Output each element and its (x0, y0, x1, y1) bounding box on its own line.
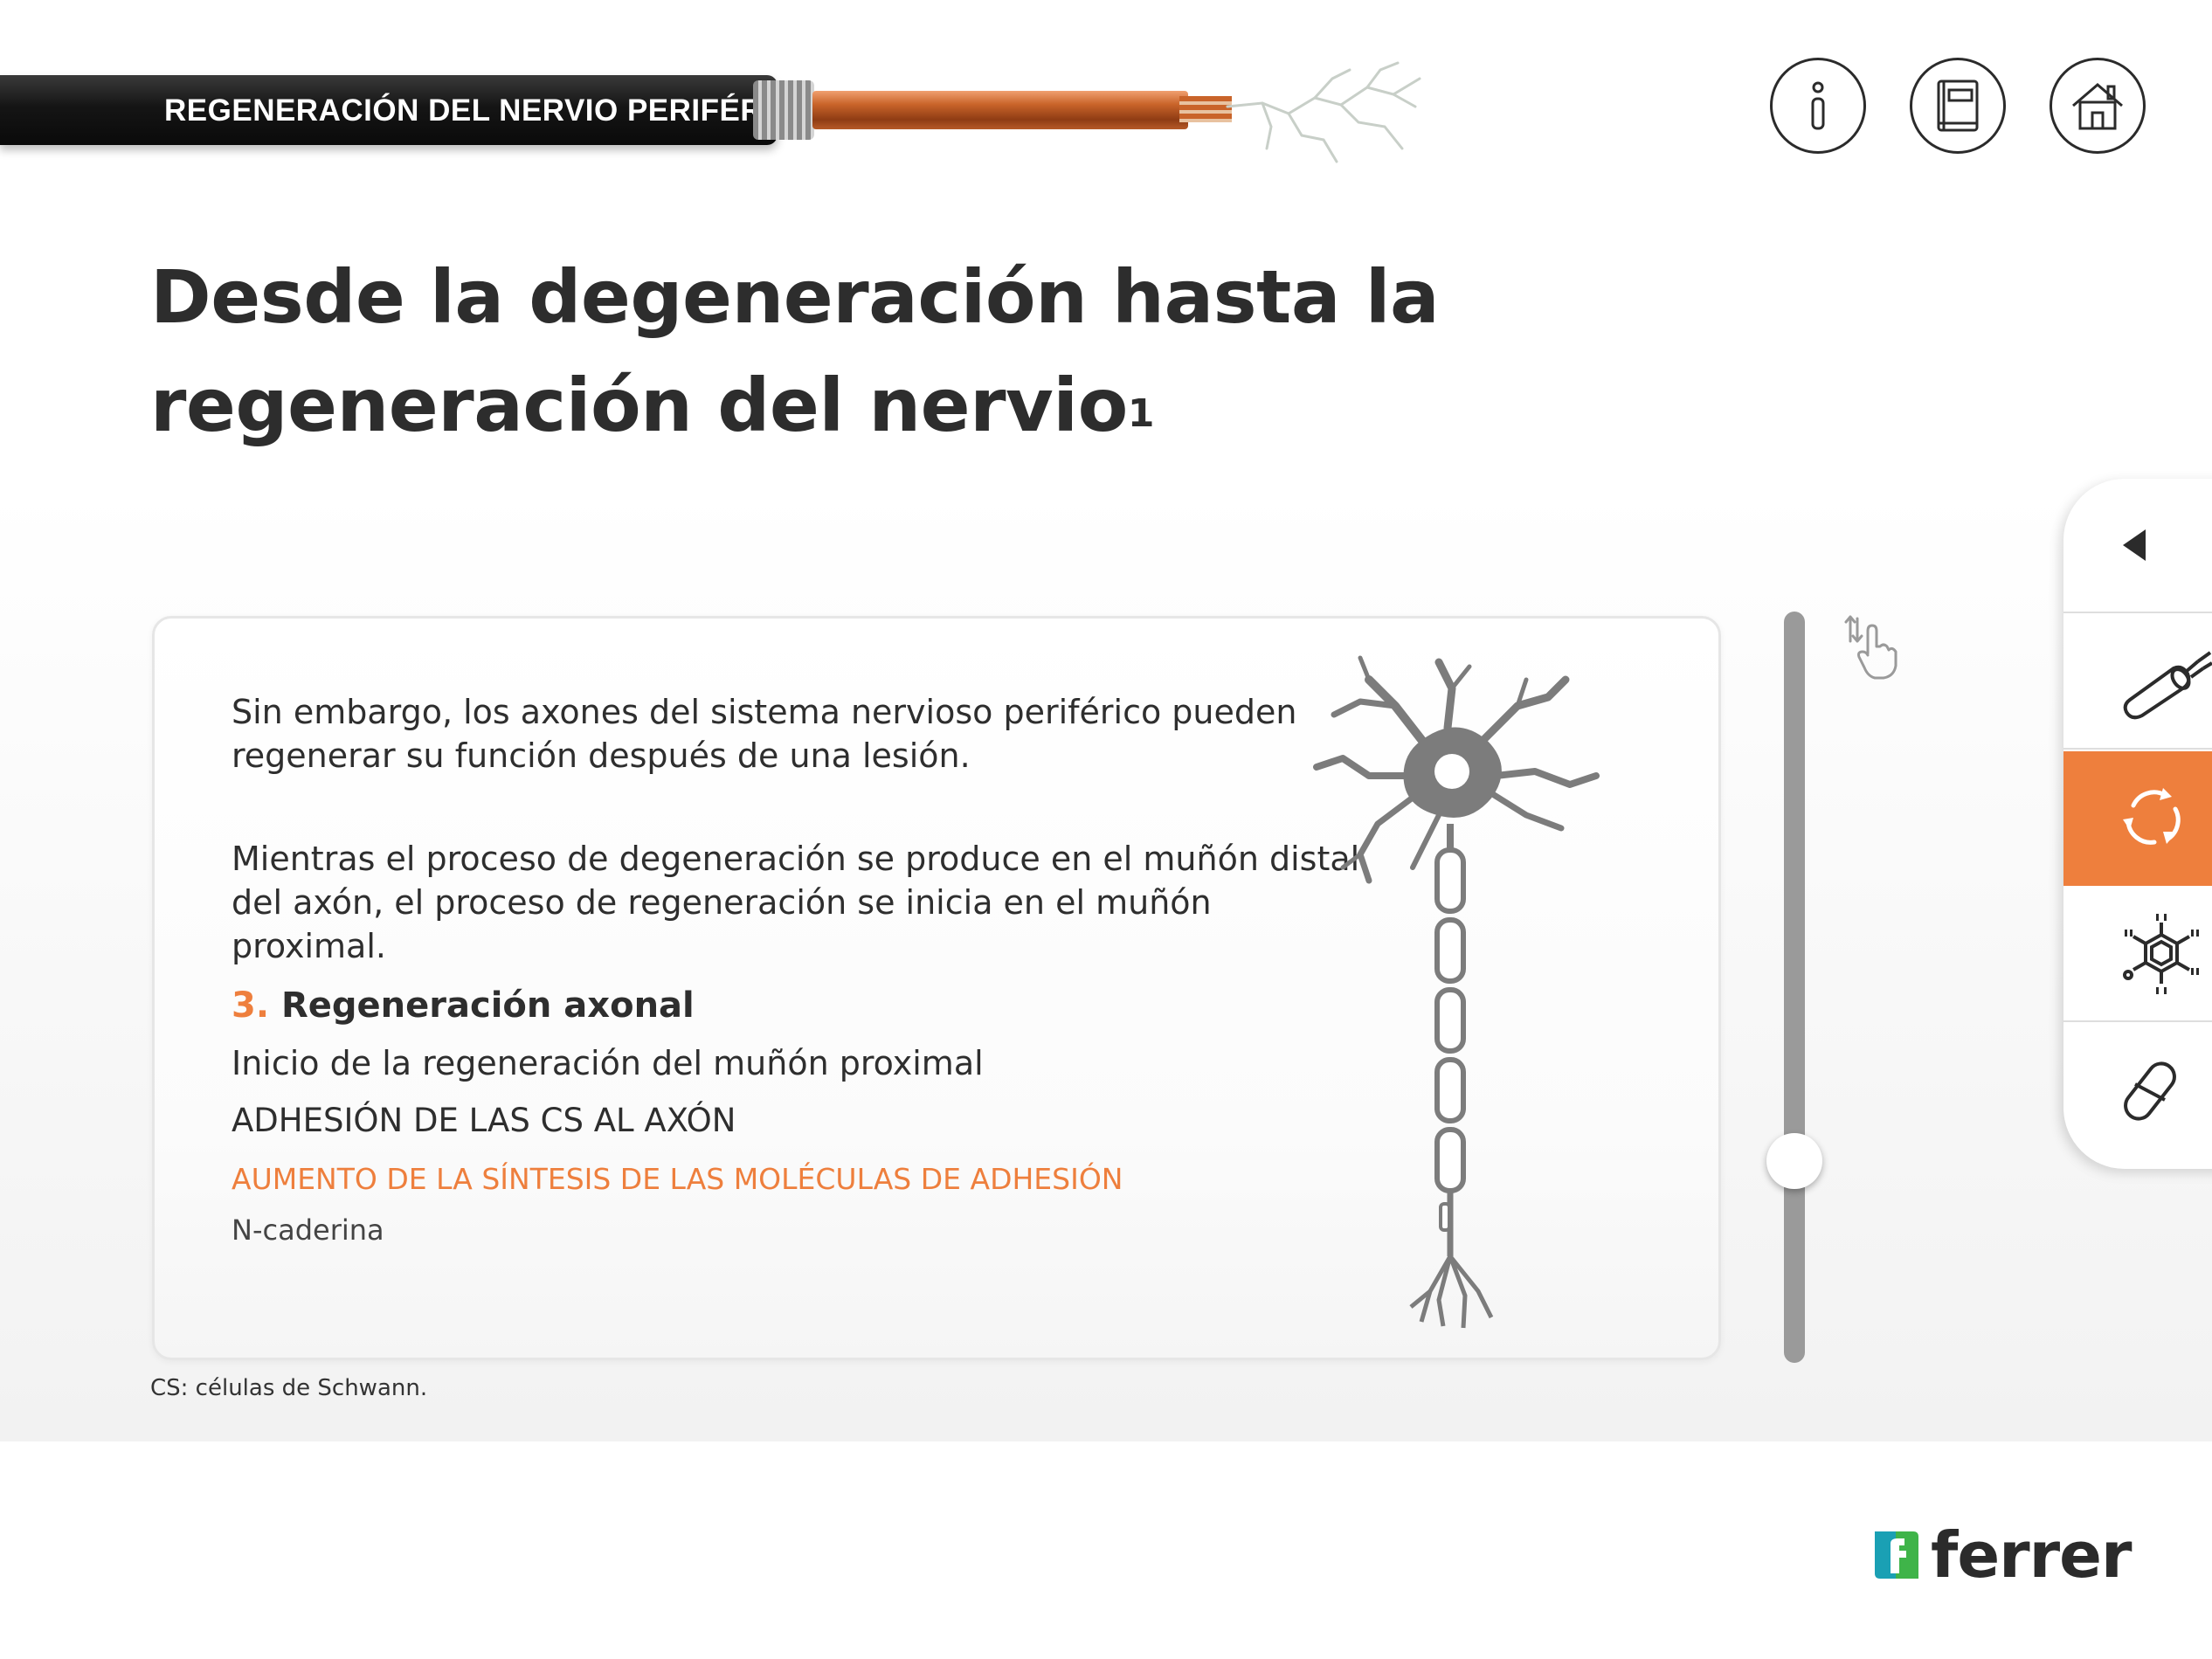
section-number: 3. (232, 985, 270, 1026)
scroll-hint-icon (1844, 615, 1897, 680)
nav-molecule-button[interactable] (2063, 888, 2212, 1022)
book-icon (1937, 79, 1979, 132)
ferrer-logo-icon (1875, 1531, 1918, 1579)
section-heading: 3. Regeneración axonal (232, 984, 695, 1027)
nav-treatment-button[interactable] (2063, 1024, 2212, 1158)
intro-paragraph: Sin embargo, los axones del sistema nerv… (232, 690, 1367, 778)
nav-regeneration-button[interactable] (2063, 751, 2212, 886)
step-highlight: AUMENTO DE LA SÍNTESIS DE LAS MOLÉCULAS … (232, 1162, 1123, 1196)
info-button[interactable] (1770, 58, 1866, 154)
intro-line-2: regenerar su función después de una lesi… (232, 736, 971, 775)
home-button[interactable] (2050, 58, 2146, 154)
back-arrow-icon (2123, 529, 2146, 561)
logo-text: ferrer (1931, 1518, 2133, 1592)
scroll-track[interactable] (1784, 612, 1805, 1363)
cable-copper (812, 91, 1188, 129)
neuron-illustration (1313, 655, 1600, 1329)
title-footnote-ref: 1 (1127, 391, 1155, 436)
section-heading-text: Regeneración axonal (280, 985, 695, 1026)
side-navigation (2063, 479, 2212, 1169)
nav-nerve-button[interactable] (2063, 615, 2212, 750)
lightning-icon (1226, 61, 1421, 163)
title-line-1: Desde la degeneración hasta la (150, 254, 1440, 340)
intro-line-1: Sin embargo, los axones del sistema nerv… (232, 693, 1297, 731)
process-line-1: Mientras el proceso de degeneración se p… (232, 840, 1360, 878)
step-description: Inicio de la regeneración del muñón prox… (232, 1044, 984, 1082)
process-paragraph: Mientras el proceso de degeneración se p… (232, 837, 1367, 968)
scroll-handle[interactable] (1766, 1133, 1822, 1189)
nerve-cable-icon (2123, 651, 2212, 720)
footnote: CS: células de Schwann. (150, 1375, 428, 1401)
info-icon (1811, 81, 1825, 130)
content-panel: Sin embargo, los axones del sistema nerv… (152, 616, 1721, 1360)
process-line-2: del axón, el proceso de regeneración se … (232, 883, 1212, 965)
page-title: Desde la degeneración hasta la regeneraci… (150, 243, 1461, 460)
book-button[interactable] (1910, 58, 2006, 154)
section-title: REGENERACIÓN DEL NERVIO PERIFÉRICO (164, 93, 819, 128)
step-subheading: ADHESIÓN DE LAS CS AL AXÓN (232, 1102, 736, 1139)
nav-back-button[interactable] (2063, 479, 2212, 613)
step-detail: N-caderina (232, 1213, 384, 1247)
capsule-icon (2124, 1061, 2176, 1121)
cycle-arrows-icon (2123, 788, 2181, 845)
cable-ring (753, 80, 814, 140)
home-icon (2072, 83, 2123, 130)
title-line-2: regeneración del nervio (150, 363, 1128, 448)
molecule-icon (2123, 914, 2199, 994)
brand-logo: ferrer (1871, 1518, 2133, 1592)
